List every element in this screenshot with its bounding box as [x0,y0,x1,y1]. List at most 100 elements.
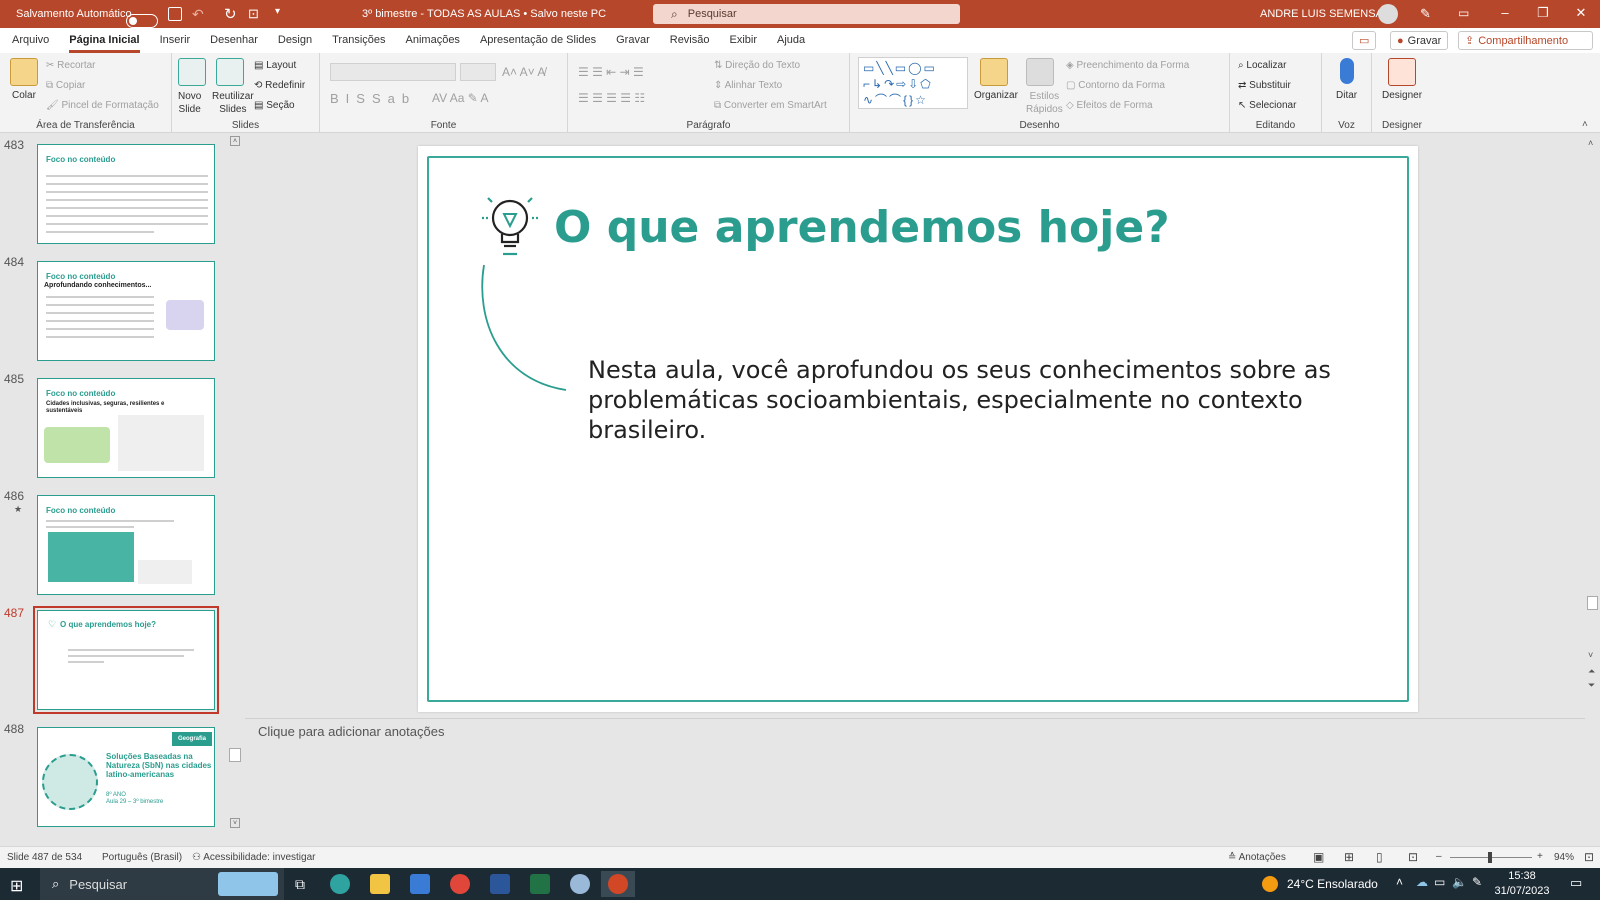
slide-sorter-icon[interactable]: ⊞ [1344,850,1354,864]
find-button[interactable]: ⌕ Localizar [1238,60,1286,71]
clock-date[interactable]: 31/07/2023 [1494,885,1550,897]
thumbnail-slide-486[interactable]: Foco no conteúdo [37,495,215,595]
tab-desenhar[interactable]: Desenhar [200,28,268,53]
arrange-icon[interactable] [980,58,1008,86]
tab-ajuda[interactable]: Ajuda [767,28,815,53]
reuse-slides-icon[interactable] [216,58,244,86]
font-size-select[interactable] [460,63,496,81]
slide-body-text[interactable]: Nesta aula, você aprofundou os seus conh… [588,355,1348,445]
slide-title[interactable]: O que aprendemos hoje? [554,202,1170,253]
network-icon[interactable]: ▭ [1434,875,1445,889]
chrome-icon[interactable] [443,871,477,897]
next-slide-icon[interactable]: ⏷ [1588,680,1595,691]
onedrive-icon[interactable]: ☁ [1416,875,1428,889]
format-buttons-icon[interactable]: BISSab [330,91,416,106]
shape-effects-button[interactable]: ◇ Efeitos de Forma [1066,100,1153,111]
scroll-thumb[interactable] [1587,596,1598,610]
zoom-out-icon[interactable]: – [1436,851,1442,862]
scroll-up-icon[interactable]: ˄ [1588,138,1593,148]
shape-fill-button[interactable]: ◈ Preenchimento da Forma [1066,60,1189,71]
tab-transicoes[interactable]: Transições [322,28,395,53]
notes-button[interactable]: ≙ Anotações [1228,852,1286,863]
undo-icon[interactable]: ↶ [192,6,204,23]
reuse-slides-button[interactable]: Reutilizar Slides [212,90,254,116]
scroll-down-icon[interactable]: ˅ [1588,650,1593,660]
close-icon[interactable]: ✕ [1562,5,1600,21]
arrange-button[interactable]: Organizar [974,90,1018,101]
pen-workspace-icon[interactable]: ✎ [1472,875,1482,889]
ribbon-display-icon[interactable]: ▭ [1458,6,1469,20]
thumbnail-slide-484[interactable]: Foco no conteúdo Aprofundando conhecimen… [37,261,215,361]
paint-icon[interactable] [563,871,597,897]
word-icon[interactable] [483,871,517,897]
tab-animacoes[interactable]: Animações [396,28,470,53]
font-family-select[interactable] [330,63,456,81]
normal-view-icon[interactable]: ▣ [1313,850,1324,864]
grow-font-icon[interactable]: A˄ A˅ A̸ [502,65,545,79]
powerpoint-icon[interactable] [601,871,635,897]
char-spacing-icon[interactable]: AV Aa ✎ A [432,91,489,105]
format-painter-button[interactable]: 🖌 Pincel de Formatação [46,100,159,111]
shape-outline-button[interactable]: ▢ Contorno da Forma [1066,80,1165,91]
autosave-toggle[interactable] [126,14,158,28]
paste-button[interactable]: Colar [12,90,36,101]
fit-to-window-icon[interactable]: ⊡ [1584,850,1594,864]
thumbnail-slide-488[interactable]: Geografia Soluções Baseadas na Natureza … [37,727,215,827]
designer-button[interactable]: Designer [1382,90,1422,101]
notifications-icon[interactable]: ▭ [1570,875,1582,891]
zoom-slider-thumb[interactable] [1488,852,1492,863]
microphone-icon[interactable] [1340,58,1354,84]
align-text-button[interactable]: ⇕ Alinhar Texto [714,80,782,91]
copy-button[interactable]: ⧉ Copiar [46,80,85,91]
edge-icon[interactable] [323,871,357,897]
text-direction-button[interactable]: ⇅ Direção do Texto [714,60,800,71]
redo-icon[interactable]: ↻ [224,5,237,23]
share-button[interactable]: ⇪ Compartilhamento [1458,31,1593,50]
tab-exibir[interactable]: Exibir [720,28,768,53]
cut-button[interactable]: ✂ Recortar [46,60,96,71]
smartart-button[interactable]: ⧉ Converter em SmartArt [714,100,827,111]
accessibility-button[interactable]: ⚇ Acessibilidade: investigar [192,852,315,863]
tab-arquivo[interactable]: Arquivo [2,28,59,53]
replace-button[interactable]: ⇄ Substituir [1238,80,1291,91]
volume-icon[interactable]: 🔈 [1452,875,1467,889]
scroll-down-icon[interactable]: ˅ [230,818,240,828]
thumbnail-slide-483[interactable]: Foco no conteúdo [37,144,215,244]
task-view-icon[interactable]: ⧉ [283,871,317,897]
designer-icon[interactable] [1388,58,1416,86]
clock-time[interactable]: 15:38 [1500,870,1544,882]
language-indicator[interactable]: Português (Brasil) [102,852,182,863]
layout-button[interactable]: ▤ Layout [254,60,296,71]
slide-scrollbar[interactable]: ˄ ˅ ⏶ ⏷ [1585,134,1600,846]
list-icons[interactable]: ☰ ☰ ⇤ ⇥ ☰ [578,65,644,79]
taskbar-search-box[interactable]: ⌕ Pesquisar [40,868,284,900]
thumbnail-slide-487[interactable]: ♡ O que aprendemos hoje? [37,610,215,710]
tab-apresentacao[interactable]: Apresentação de Slides [470,28,606,53]
weather-text[interactable]: 24°C Ensolarado [1287,877,1378,891]
section-button[interactable]: ▤ Seção [254,100,295,111]
tray-chevron-icon[interactable]: ˄ [1396,875,1403,889]
select-button[interactable]: ↖ Selecionar [1238,100,1296,111]
notes-pane[interactable]: Clique para adicionar anotações [245,718,1585,846]
store-icon[interactable] [403,871,437,897]
save-icon[interactable] [168,7,182,21]
zoom-in-icon[interactable]: + [1537,851,1543,862]
previous-slide-icon[interactable]: ⏶ [1588,666,1595,677]
present-icon[interactable]: ⊡ [248,6,259,22]
scroll-thumb[interactable] [229,748,241,762]
search-box[interactable]: ⌕ Pesquisar [653,4,960,24]
windows-start-icon[interactable]: ⊞ [10,876,23,896]
file-explorer-icon[interactable] [363,871,397,897]
new-slide-icon[interactable] [178,58,206,86]
record-button[interactable]: ● Gravar [1390,31,1449,50]
tab-inserir[interactable]: Inserir [150,28,201,53]
shapes-gallery[interactable]: ▭╲╲▭◯▭ ⌐↳↷⇨⇩⬠ ∿⌒⌒{}☆ [858,57,968,109]
tab-pagina-inicial[interactable]: Página Inicial [59,28,149,53]
customize-qat-icon[interactable]: ▾ [275,6,280,17]
quick-styles-button[interactable]: Estilos Rápidos [1026,90,1063,116]
dictate-button[interactable]: Ditar [1336,90,1357,101]
avatar[interactable] [1378,4,1398,24]
quick-styles-icon[interactable] [1026,58,1054,86]
slideshow-icon[interactable]: ⊡ [1408,850,1418,864]
thumbnail-slide-485[interactable]: Foco no conteúdo Cidades inclusivas, seg… [37,378,215,478]
